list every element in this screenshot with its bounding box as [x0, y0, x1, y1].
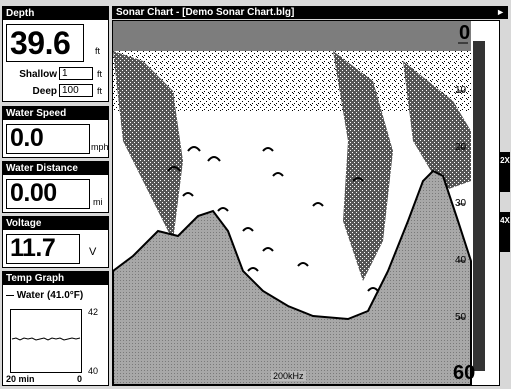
temp-graph-line	[11, 337, 81, 341]
temp-x-start: 20 min	[6, 374, 35, 384]
water-distance-panel[interactable]: Water Distance 0.00 mi	[2, 161, 109, 213]
water-distance-unit: mi	[93, 197, 103, 207]
zoom-2x-label: 2X	[500, 156, 510, 165]
depth-unit: ft	[95, 46, 101, 56]
zoom-4x-label: 4X	[500, 216, 510, 225]
voltage-unit: V	[89, 246, 97, 258]
depth-panel[interactable]: Depth 39.6 ft Shallow 1 ft Deep 100 ft	[2, 6, 109, 102]
temp-graph-area	[10, 309, 82, 373]
depth-tick-30: 30	[455, 198, 467, 209]
temp-y-min: 40	[88, 366, 99, 376]
voltage-title: Voltage	[3, 217, 108, 230]
depth-value: 39.6	[10, 25, 71, 61]
water-distance-value: 0.00	[10, 179, 57, 207]
water-speed-unit: mph	[91, 142, 109, 152]
zoom-2x-button[interactable]: 2X	[500, 152, 510, 192]
depth-title: Depth	[3, 7, 108, 20]
deep-label: Deep	[32, 86, 57, 97]
chart-title-bar[interactable]: Sonar Chart - [Demo Sonar Chart.blg] ►	[112, 6, 508, 19]
legend-line-icon	[6, 294, 14, 296]
depth-scale-bottom: 60	[453, 362, 476, 384]
zoom-bar	[500, 20, 511, 386]
temp-y-max: 42	[88, 307, 99, 317]
chart-title: Sonar Chart - [Demo Sonar Chart.blg]	[116, 7, 295, 18]
temp-graph-title: Temp Graph	[3, 272, 108, 285]
water-distance-title: Water Distance	[3, 162, 108, 175]
water-speed-value: 0.0	[10, 124, 44, 152]
temp-x-end: 0	[77, 374, 83, 384]
sonar-graphic	[113, 21, 485, 385]
zoom-4x-button[interactable]: 4X	[500, 212, 510, 252]
temp-graph-panel[interactable]: Temp Graph Water (41.0°F) 42 40 20 min 0	[2, 271, 109, 386]
deep-input[interactable]: 100	[59, 84, 93, 97]
depth-tick-50: 50	[455, 312, 467, 323]
depth-tick-10: 10	[455, 85, 467, 96]
sonar-chart[interactable]: 0 10 20 30 40 50 60 200kHz	[112, 20, 500, 386]
depth-tick-20: 20	[455, 142, 467, 153]
shallow-input[interactable]: 1	[59, 67, 93, 80]
depth-tick-40: 40	[455, 255, 467, 266]
water-speed-panel[interactable]: Water Speed 0.0 mph	[2, 106, 109, 158]
voltage-panel[interactable]: Voltage 11.7 V	[2, 216, 109, 268]
temp-legend: Water (41.0°F)	[6, 290, 83, 301]
voltage-value: 11.7	[10, 234, 56, 262]
frequency-label: 200kHz	[271, 371, 306, 381]
left-sidebar: Depth 39.6 ft Shallow 1 ft Deep 100 ft W…	[0, 0, 112, 389]
shallow-label: Shallow	[19, 69, 57, 80]
shallow-unit: ft	[97, 69, 103, 79]
chart-arrow-icon[interactable]: ►	[496, 6, 505, 19]
depth-scale-top: 0	[459, 22, 471, 44]
deep-unit: ft	[97, 86, 103, 96]
temp-legend-text: Water (41.0°F)	[16, 290, 84, 301]
water-speed-title: Water Speed	[3, 107, 108, 120]
